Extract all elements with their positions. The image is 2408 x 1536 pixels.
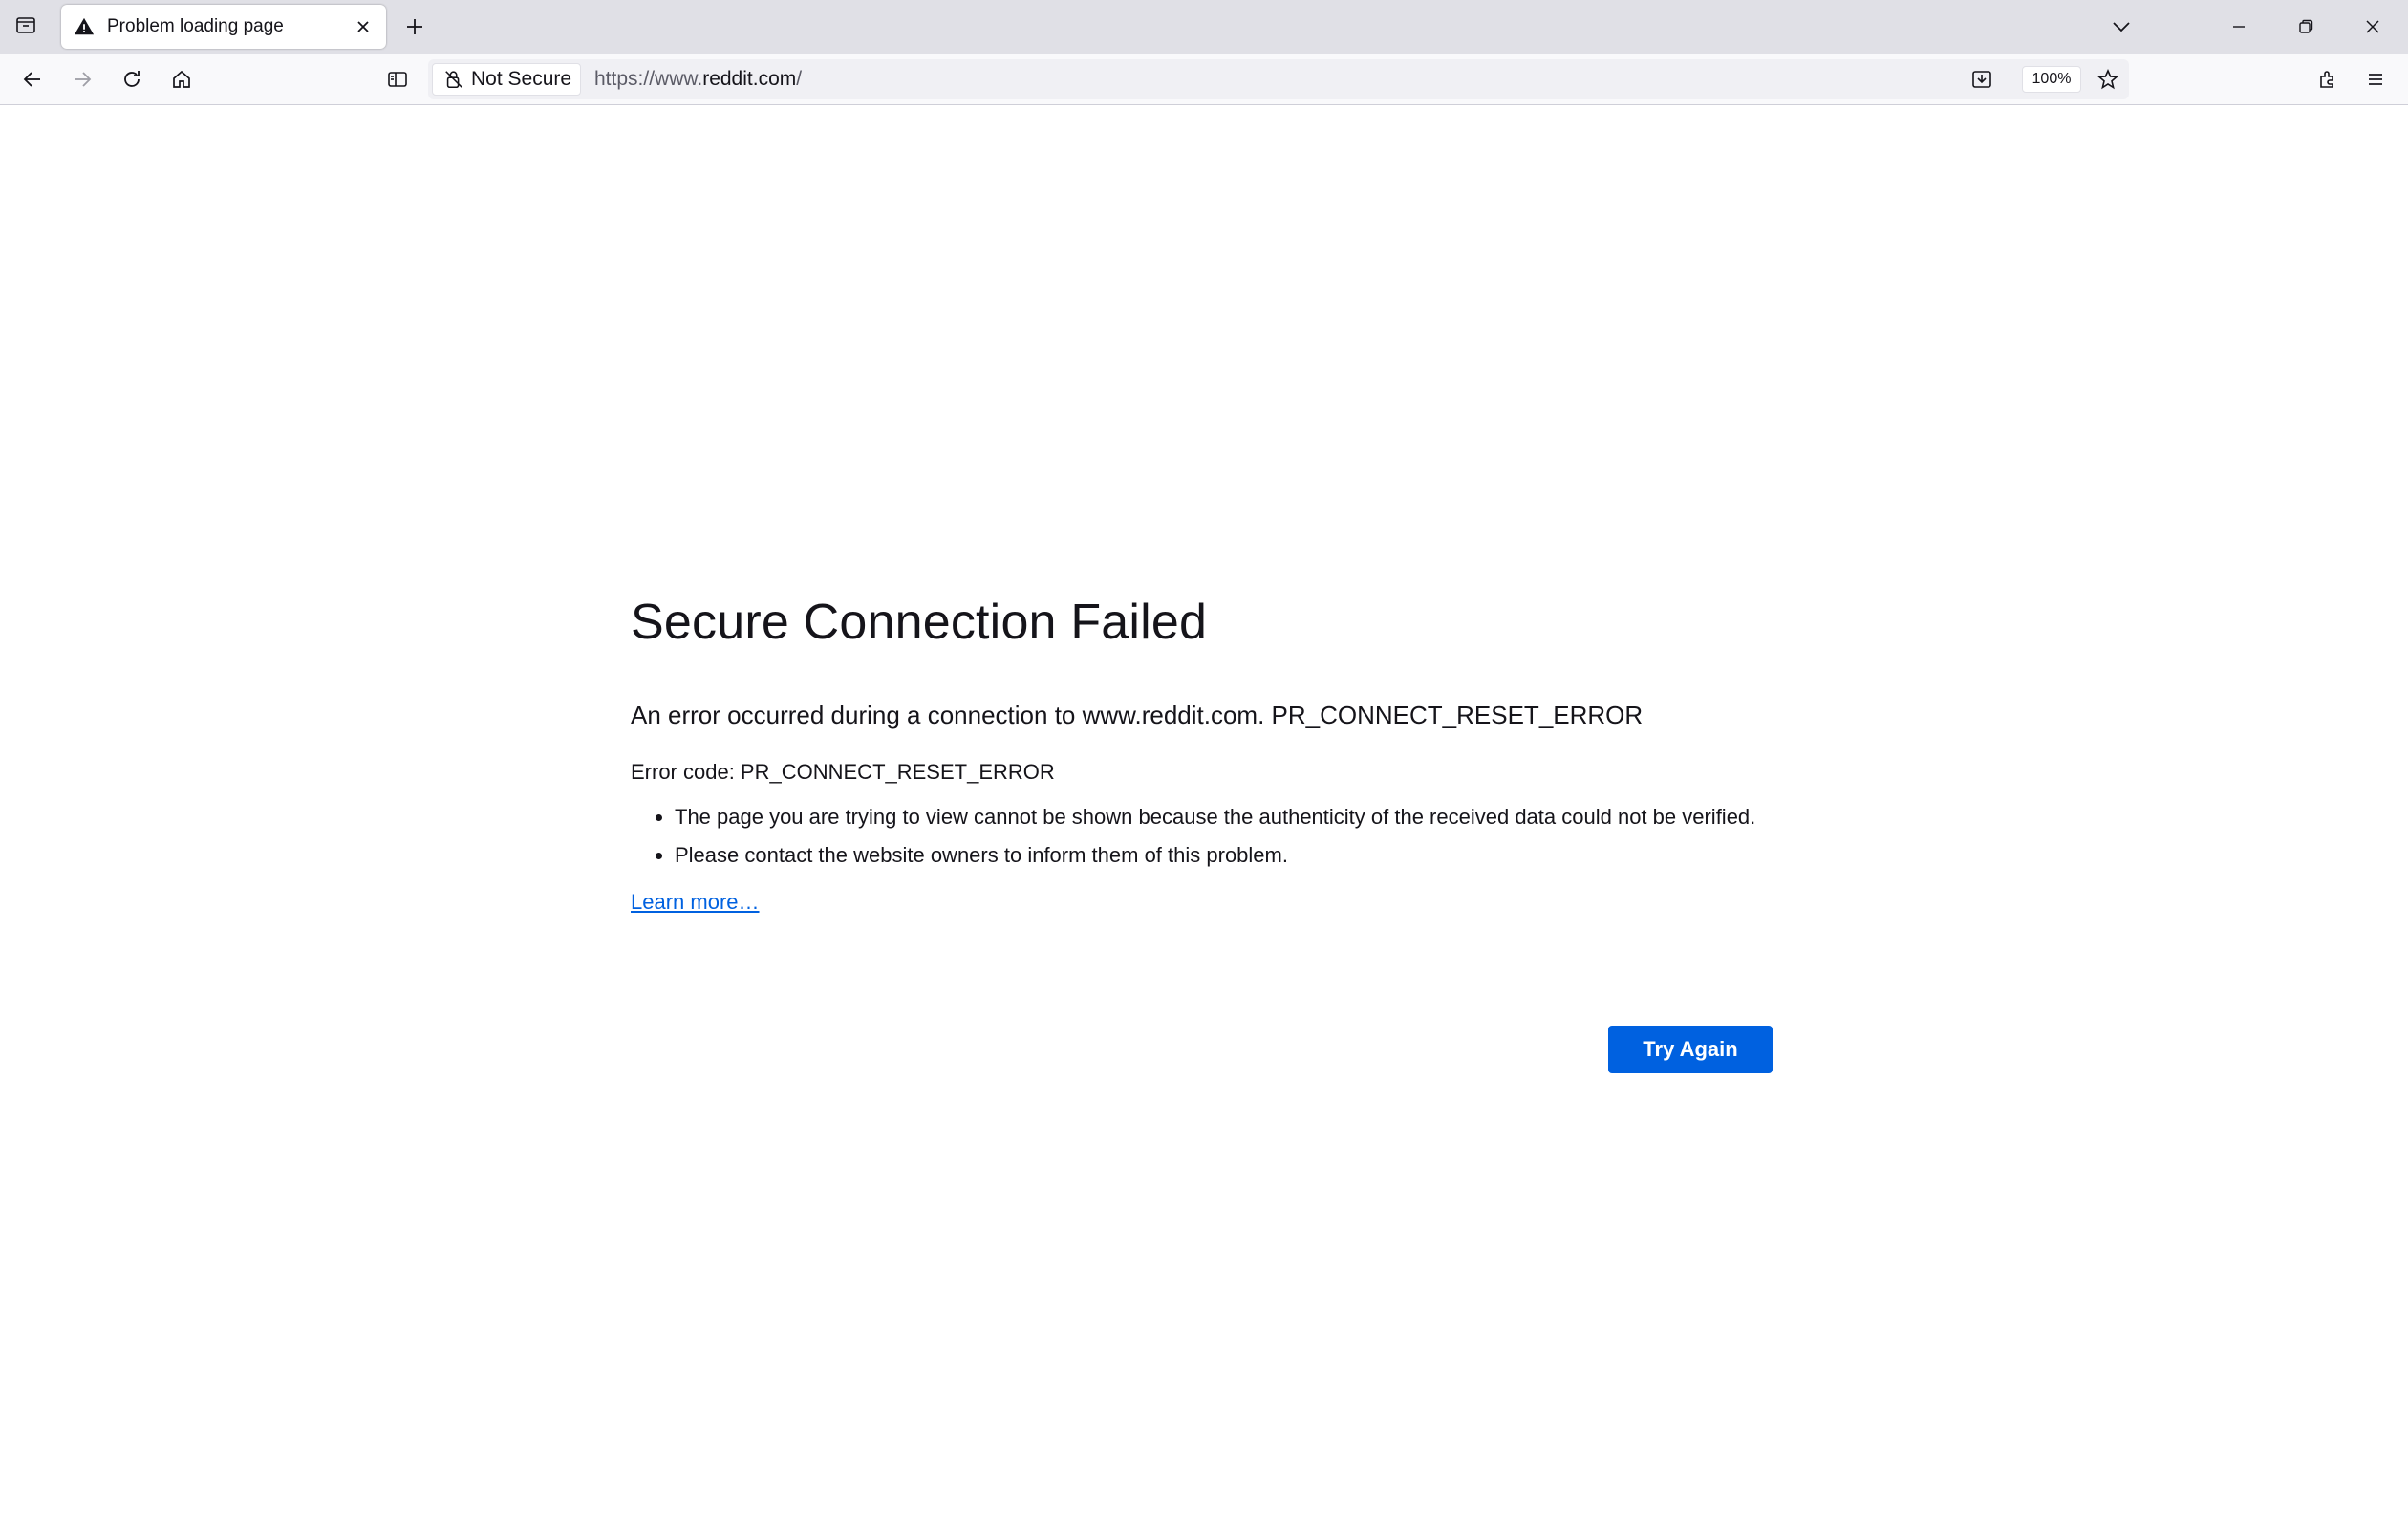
tab-strip: Problem loading page	[0, 0, 2408, 54]
tab-manager-icon	[14, 13, 37, 41]
restore-button[interactable]	[2272, 0, 2339, 54]
tab-list-dropdown-button[interactable]	[2100, 6, 2142, 48]
star-icon	[2097, 68, 2118, 90]
tab-close-button[interactable]	[348, 11, 378, 42]
close-window-button[interactable]	[2339, 0, 2406, 54]
error-short-description: An error occurred during a connection to…	[631, 701, 1644, 730]
save-to-pocket-button[interactable]	[1961, 59, 2003, 99]
zoom-reset-button[interactable]: 100%	[2022, 66, 2081, 93]
forward-button[interactable]	[61, 58, 103, 100]
address-bar[interactable]: Not Secure https://www.reddit.com/ 100%	[428, 59, 2129, 99]
url-input[interactable]: https://www.reddit.com/	[594, 59, 802, 99]
warning-icon	[73, 15, 96, 38]
learn-more-link[interactable]: Learn more…	[631, 890, 760, 915]
restore-icon	[2299, 19, 2313, 33]
home-button[interactable]	[161, 58, 203, 100]
error-code: Error code: PR_CONNECT_RESET_ERROR	[631, 759, 1055, 784]
extensions-button[interactable]	[2307, 58, 2349, 100]
list-item: The page you are trying to view cannot b…	[675, 803, 1773, 833]
download-tray-icon	[1972, 71, 1991, 88]
sidebar-icon	[388, 72, 407, 87]
list-item: Please contact the website owners to inf…	[675, 841, 1773, 871]
error-title: Secure Connection Failed	[631, 595, 1208, 650]
tab-title: Problem loading page	[107, 16, 284, 36]
url-prefix: https://www.	[594, 68, 703, 90]
arrow-left-icon	[23, 72, 40, 87]
site-identity-button[interactable]: Not Secure	[432, 63, 581, 96]
minimize-icon	[2233, 26, 2245, 28]
reload-icon	[124, 71, 140, 87]
minimize-button[interactable]	[2205, 0, 2272, 54]
back-button[interactable]	[11, 58, 54, 100]
puzzle-icon	[2320, 71, 2333, 88]
tab-active[interactable]: Problem loading page	[61, 5, 386, 49]
chevron-down-icon	[2113, 22, 2130, 32]
error-page-container: Secure Connection Failed An error occurr…	[631, 593, 1773, 1073]
list-all-tabs-button[interactable]	[5, 6, 47, 48]
url-suffix: /	[796, 68, 803, 90]
error-long-description: The page you are trying to view cannot b…	[631, 803, 1773, 872]
try-again-button[interactable]: Try Again	[1608, 1026, 1773, 1073]
close-icon	[357, 21, 369, 32]
reload-button[interactable]	[111, 58, 153, 100]
identity-label: Not Secure	[471, 68, 572, 90]
bookmark-star-button[interactable]	[2087, 59, 2129, 99]
navigation-toolbar: Not Secure https://www.reddit.com/ 100%	[0, 54, 2408, 105]
new-tab-button[interactable]	[394, 6, 436, 48]
app-menu-button[interactable]	[2354, 58, 2397, 100]
sidebar-button[interactable]	[376, 58, 419, 100]
insecure-lock-icon	[442, 68, 465, 91]
arrow-right-icon	[75, 72, 92, 87]
close-icon	[2366, 20, 2379, 33]
home-icon	[173, 70, 190, 88]
hamburger-menu-icon	[2369, 74, 2382, 85]
url-host: reddit.com	[702, 68, 797, 90]
plus-icon	[407, 19, 422, 34]
